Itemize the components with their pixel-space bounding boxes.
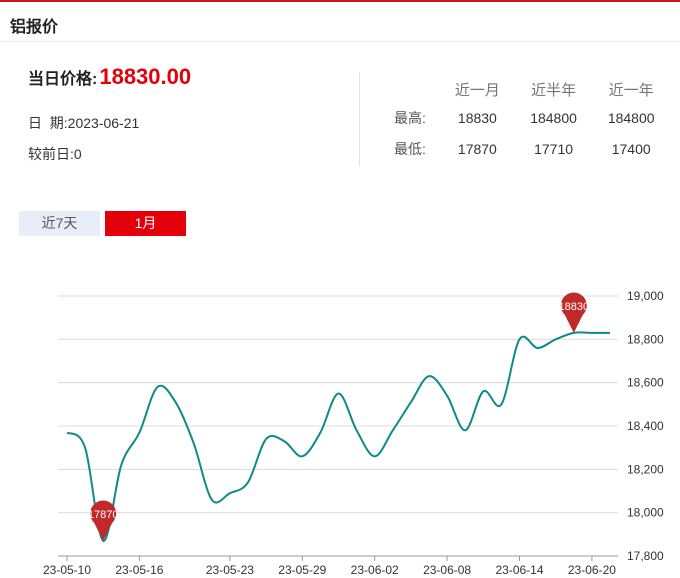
header-bar: 铝报价	[0, 2, 680, 42]
stats-cell: 18830	[457, 109, 497, 126]
x-tick-label: 23-05-29	[278, 563, 326, 577]
stats-corner	[380, 76, 440, 102]
stats-cell: 17400	[611, 140, 651, 157]
x-tick-label: 23-06-08	[423, 563, 471, 577]
range-tabs: 近7天 1月	[19, 211, 186, 236]
tab-7-days[interactable]: 近7天	[19, 211, 100, 236]
change-value: 0	[73, 146, 82, 162]
stats-header-row: 近一月 近半年 近一年	[380, 76, 670, 102]
today-price-label: 当日价格:	[28, 71, 98, 88]
section-divider	[359, 72, 360, 166]
y-tick-label: 18,800	[627, 332, 664, 346]
stats-row-high: 最高: 18830 184800 184800	[380, 102, 670, 133]
y-tick-label: 18,000	[627, 506, 664, 520]
y-tick-label: 17,800	[627, 549, 664, 563]
today-price: 当日价格:18830.00	[28, 64, 191, 90]
y-tick-label: 18,600	[627, 376, 664, 390]
stats-col-header: 近一年	[608, 81, 654, 99]
x-tick-label: 23-05-10	[43, 563, 91, 577]
stats-col-header: 近半年	[531, 81, 577, 99]
stats-cell: 17870	[457, 140, 497, 157]
price-marker-label: 18830	[559, 301, 590, 313]
price-stats-table: 近一月 近半年 近一年 最高: 18830 184800 184800 最低: …	[380, 76, 670, 164]
stats-cell: 184800	[530, 109, 577, 126]
y-tick-label: 19,000	[627, 289, 664, 303]
x-tick-label: 23-06-20	[568, 563, 616, 577]
price-marker-label: 17870	[88, 509, 119, 521]
stats-row-low: 最低: 17870 17710 17400	[380, 133, 670, 164]
tab-1-month[interactable]: 1月	[105, 211, 186, 236]
date-label: 日 期:	[28, 115, 68, 131]
stats-col-header: 近一月	[454, 81, 500, 99]
stats-cell: 17710	[534, 140, 574, 157]
x-tick-label: 23-06-02	[351, 563, 399, 577]
price-line-chart: 17,800 18,000 18,200 18,400 18,600 18,800 19,0…	[0, 270, 680, 578]
chart-svg: 17,800 18,000 18,200 18,400 18,600 18,800 19,0…	[43, 289, 664, 577]
price-series-line	[66, 331, 610, 542]
stats-cell: 184800	[607, 109, 655, 126]
page-title: 铝报价	[10, 19, 59, 36]
date-row: 日 期:2023-06-21	[28, 113, 139, 133]
y-tick-label: 18,400	[627, 419, 664, 433]
change-label: 较前日:	[28, 146, 74, 162]
stats-row-label: 最高:	[394, 109, 426, 126]
x-tick-label: 23-05-16	[115, 563, 163, 577]
date-value: 2023-06-21	[67, 115, 140, 131]
x-tick-label: 23-05-23	[206, 563, 254, 577]
y-tick-label: 18,200	[627, 462, 664, 476]
change-row: 较前日:0	[28, 144, 82, 164]
stats-row-label: 最低:	[394, 140, 426, 157]
today-price-value: 18830.00	[99, 64, 192, 89]
x-tick-label: 23-06-14	[495, 563, 543, 577]
